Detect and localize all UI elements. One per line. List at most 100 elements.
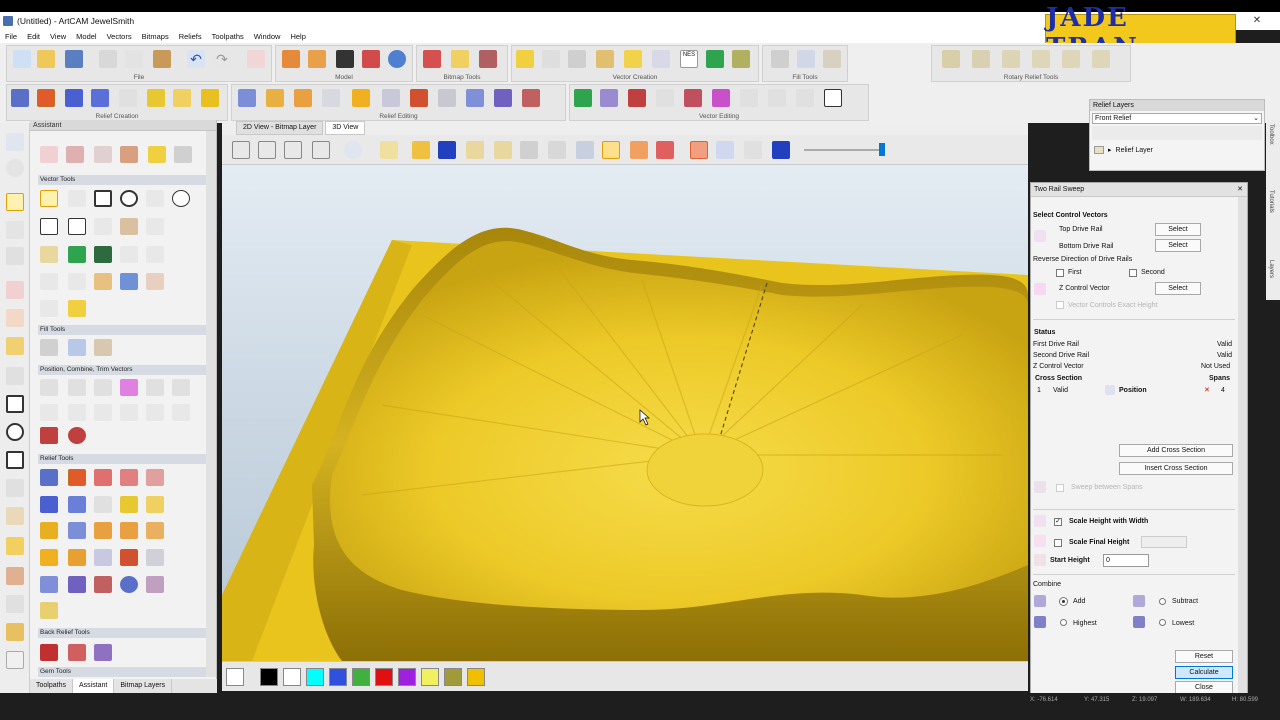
relief-extrude-icon[interactable] <box>91 89 109 107</box>
wireframe-icon[interactable] <box>520 141 538 159</box>
vector-weld-icon[interactable] <box>600 89 618 107</box>
rt-pen-icon[interactable] <box>146 576 164 593</box>
pc-pattern-icon[interactable] <box>40 427 58 444</box>
tab-3d-view[interactable]: 3D View <box>325 121 366 135</box>
menu-vectors[interactable]: Vectors <box>102 32 137 41</box>
relief-brush-icon[interactable] <box>6 567 24 585</box>
pc-copy-icon[interactable] <box>68 379 86 396</box>
vt-wave-icon[interactable] <box>146 246 164 263</box>
rt-twist-icon[interactable] <box>94 496 112 513</box>
rt-smooth-icon[interactable] <box>68 522 86 539</box>
vt-star-fill-icon[interactable] <box>68 300 86 317</box>
palette-swatch[interactable] <box>329 668 347 686</box>
top-view-icon[interactable] <box>312 141 330 159</box>
relief-edit-8-icon[interactable] <box>438 89 456 107</box>
br-flip-icon[interactable] <box>68 644 86 661</box>
exact-height-checkbox[interactable] <box>1056 301 1064 309</box>
sweep-between-spans-checkbox[interactable] <box>1056 484 1064 492</box>
light-icon[interactable] <box>380 141 398 159</box>
rt-pillar-icon[interactable] <box>146 549 164 566</box>
vector-join-icon[interactable] <box>656 89 674 107</box>
start-height-input[interactable]: 0 <box>1103 554 1149 567</box>
relief-edit-9-icon[interactable] <box>466 89 484 107</box>
axis-icon[interactable] <box>438 141 456 159</box>
palette-swatch[interactable] <box>283 668 301 686</box>
pc-join-icon[interactable] <box>146 404 164 421</box>
section-relief-tools[interactable]: Relief Tools <box>38 454 206 464</box>
vector-fillet-icon[interactable] <box>768 89 786 107</box>
sculpt-icon[interactable] <box>690 141 708 159</box>
menu-bitmaps[interactable]: Bitmaps <box>137 32 174 41</box>
vector-trim-icon[interactable] <box>628 89 646 107</box>
ft-pattern-icon[interactable] <box>40 339 58 356</box>
vt-node-icon[interactable] <box>68 246 86 263</box>
insert-cross-section-button[interactable]: Insert Cross Section <box>1119 462 1233 475</box>
relief-clip-icon[interactable] <box>656 141 674 159</box>
vector-align-icon[interactable] <box>824 89 842 107</box>
select-top-rail-button[interactable]: Select <box>1155 223 1201 236</box>
vector-star-icon[interactable] <box>516 50 534 68</box>
side-tab-layers[interactable]: Layers <box>1268 260 1274 278</box>
select-z-control-button[interactable]: Select <box>1155 282 1201 295</box>
palette-swatch[interactable] <box>398 668 416 686</box>
vt-star-icon[interactable] <box>68 218 86 235</box>
rt-sculpt-icon[interactable] <box>94 576 112 593</box>
relief-layer-row[interactable]: ▸ Relief Layer <box>1094 146 1260 154</box>
settings-gear-icon[interactable] <box>744 141 762 159</box>
globe-view-icon[interactable] <box>6 159 24 177</box>
rt-two-rail-sweep-icon[interactable] <box>68 469 86 486</box>
close-window-button[interactable]: ✕ <box>1234 12 1280 30</box>
gem-view-icon[interactable] <box>772 141 790 159</box>
undo-icon[interactable]: ↶ <box>187 50 205 68</box>
cross-section-profile-icon[interactable] <box>1105 385 1115 395</box>
save-icon[interactable] <box>65 50 83 68</box>
scale-height-with-width-checkbox[interactable]: ✓ <box>1054 518 1062 526</box>
fill-weave-icon[interactable] <box>797 50 815 68</box>
model-icon[interactable] <box>282 50 300 68</box>
drop-icon[interactable] <box>6 537 24 555</box>
paste-icon[interactable] <box>153 50 171 68</box>
reset-button[interactable]: Reset <box>1175 650 1233 663</box>
smudge-icon[interactable] <box>6 595 24 613</box>
relief-edit-5-icon[interactable] <box>352 89 370 107</box>
vt-select-icon[interactable] <box>40 190 58 207</box>
ft-texture-icon[interactable] <box>94 339 112 356</box>
pc-align-icon[interactable] <box>40 379 58 396</box>
vector-arc-icon[interactable] <box>542 50 560 68</box>
tab-bitmap-layers[interactable]: Bitmap Layers <box>114 679 173 693</box>
light-slider-handle[interactable] <box>879 143 885 156</box>
palette-swatch[interactable] <box>375 668 393 686</box>
highest-radio[interactable] <box>1060 619 1067 626</box>
nesting-icon[interactable]: NES <box>680 50 698 68</box>
section-vector-tools[interactable]: Vector Tools <box>38 175 206 185</box>
delete-cross-section-icon[interactable]: ✕ <box>1204 386 1210 394</box>
relief-color-icon[interactable] <box>630 141 648 159</box>
rotary-ring-icon[interactable] <box>942 50 960 68</box>
vt-text-icon[interactable] <box>120 218 138 235</box>
pc-close-icon[interactable] <box>94 404 112 421</box>
vt-split-icon[interactable] <box>40 300 58 317</box>
vector-group-icon[interactable] <box>684 89 702 107</box>
vt-bevel-icon[interactable] <box>94 273 112 290</box>
menu-file[interactable]: File <box>0 32 22 41</box>
light-slider-track[interactable] <box>804 149 884 151</box>
rt-extrude-icon[interactable] <box>94 469 112 486</box>
rt-tilt-icon[interactable] <box>146 522 164 539</box>
redo-icon[interactable]: ↷ <box>213 50 231 68</box>
pc-rect-icon[interactable] <box>172 404 190 421</box>
copy-icon[interactable] <box>125 50 143 68</box>
vt-cylinder-icon[interactable] <box>120 273 138 290</box>
relief-create-icon[interactable] <box>11 89 29 107</box>
vt-circle-icon[interactable] <box>120 190 138 207</box>
side-view-icon[interactable] <box>284 141 302 159</box>
rt-spin-icon[interactable] <box>120 469 138 486</box>
relief-shape-icon[interactable] <box>201 89 219 107</box>
menu-toolpaths[interactable]: Toolpaths <box>207 32 249 41</box>
iso-view-icon[interactable] <box>232 141 250 159</box>
rt-fade-icon[interactable] <box>68 549 86 566</box>
vt-pen-icon[interactable] <box>146 273 164 290</box>
first-checkbox[interactable] <box>1056 269 1064 277</box>
final-height-input[interactable] <box>1141 536 1187 548</box>
toolpath-view-icon[interactable] <box>548 141 566 159</box>
palette-swatch[interactable] <box>352 668 370 686</box>
